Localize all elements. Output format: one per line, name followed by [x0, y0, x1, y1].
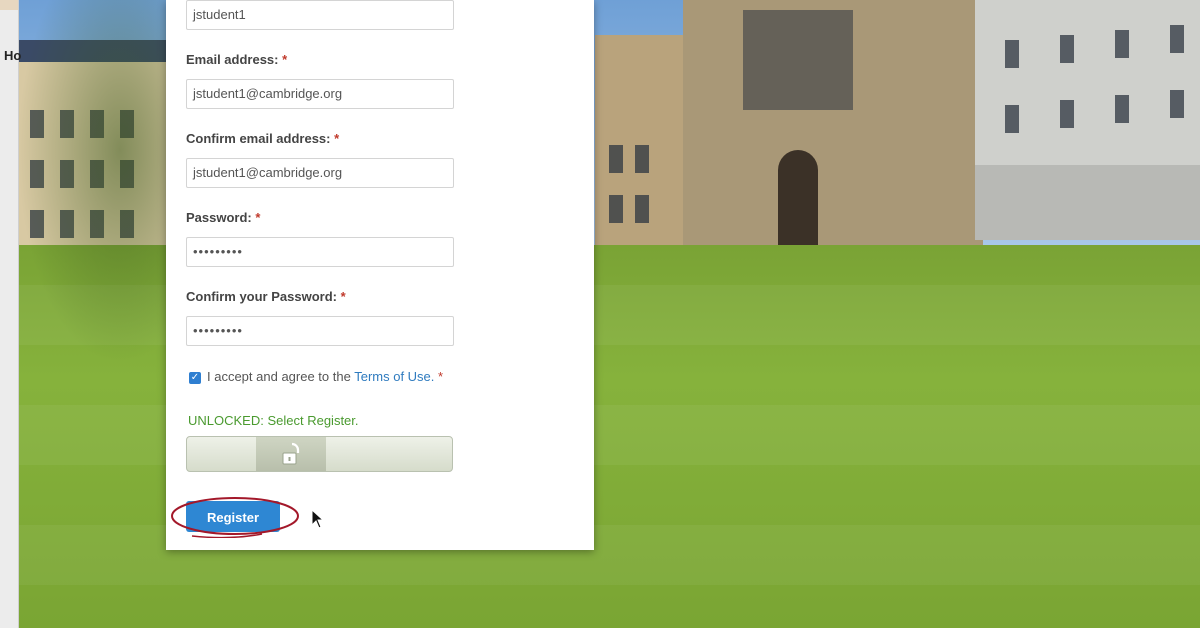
captcha-slider[interactable] [186, 436, 453, 472]
confirm-email-label: Confirm email address: * [186, 131, 340, 146]
confirm-password-label: Confirm your Password: * [186, 289, 346, 304]
side-tab-label: Ho [4, 48, 22, 63]
username-field[interactable]: jstudent1 [186, 0, 454, 30]
email-label: Email address: * [186, 52, 288, 67]
confirm-password-field[interactable]: ••••••••• [186, 316, 454, 346]
password-field[interactable]: ••••••••• [186, 237, 454, 267]
terms-link[interactable]: Terms of Use. [354, 369, 434, 384]
terms-text: I accept and agree to the Terms of Use. … [207, 369, 444, 384]
tree-foliage [0, 0, 170, 400]
captcha-status: UNLOCKED: Select Register. [188, 413, 359, 428]
email-value: jstudent1@cambridge.org [193, 86, 343, 101]
email-field[interactable]: jstudent1@cambridge.org [186, 79, 454, 109]
building-middle [595, 35, 685, 250]
building-right [975, 0, 1200, 240]
password-value: ••••••••• [193, 244, 243, 259]
mouse-cursor-icon [311, 509, 325, 529]
terms-checkbox[interactable]: ✓ [189, 372, 201, 384]
annotation-circle [171, 497, 299, 538]
confirm-password-value: ••••••••• [193, 323, 243, 338]
password-label: Password: * [186, 210, 261, 225]
slider-handle[interactable] [256, 437, 326, 471]
confirm-email-field[interactable]: jstudent1@cambridge.org [186, 158, 454, 188]
registration-form: jstudent1 Email address: * jstudent1@cam… [166, 0, 594, 550]
chapel [683, 0, 983, 250]
username-value: jstudent1 [193, 7, 246, 22]
confirm-email-value: jstudent1@cambridge.org [193, 165, 343, 180]
unlock-icon [282, 442, 300, 465]
browser-side-strip: Ho [0, 0, 22, 628]
